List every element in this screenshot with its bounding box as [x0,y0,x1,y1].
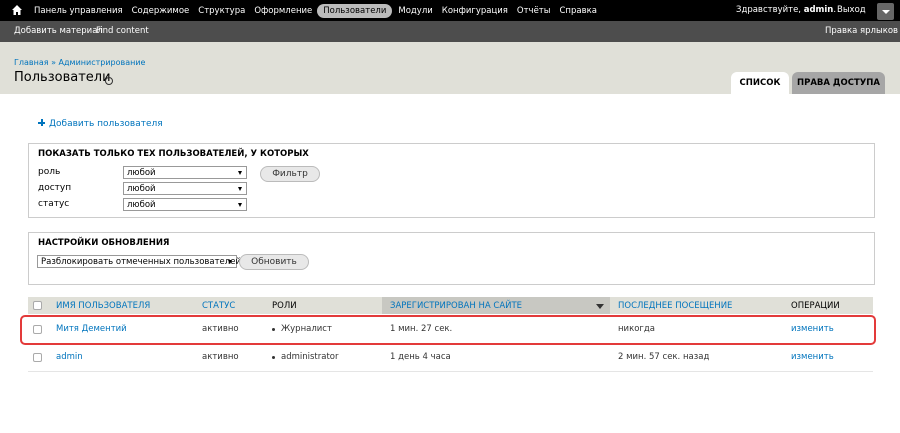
user-roles: administrator [272,343,339,371]
role-select[interactable]: любой [123,166,247,179]
header-roles: Роли [272,297,382,314]
menu-structure[interactable]: Структура [198,6,245,16]
header-registered-label: Зарегистрирован на сайте [390,300,523,311]
current-username[interactable]: admin [804,5,834,15]
update-button[interactable]: Обновить [239,254,309,270]
header-last-visit[interactable]: Последнее посещение [618,297,788,314]
table-header: Имя пользователя Статус Роли Зарегистрир… [28,297,873,314]
header-status-label: Статус [202,300,236,311]
status-select[interactable]: любой [123,198,247,211]
row-checkbox[interactable] [33,325,42,334]
menu-dashboard[interactable]: Панель управления [34,6,123,16]
table-row: Митя Дементий активно Журналист 1 мин. 2… [28,315,873,344]
user-registered: 1 мин. 27 сек. [390,324,453,334]
user-name-link[interactable]: admin [56,352,83,362]
menu-appearance[interactable]: Оформление [254,6,312,16]
menu-reports[interactable]: Отчёты [517,6,551,16]
greeting-suffix: . [833,5,837,15]
user-role: Журналист [281,324,332,334]
access-label: доступ [38,183,72,193]
shortcuts-toggle-icon[interactable] [877,3,894,20]
table-row: admin активно administrator 1 день 4 час… [28,343,873,372]
shortcut-find-content[interactable]: Find content [96,26,149,36]
edit-user-link[interactable]: изменить [791,324,834,334]
user-registered: 1 день 4 часа [390,352,451,362]
user-last-visit: 2 мин. 57 сек. назад [618,352,710,362]
status-label: статус [38,199,70,209]
add-user-link[interactable]: Добавить пользователя [38,119,163,129]
role-select-value: любой [127,167,156,178]
tab-permissions[interactable]: Права доступа [792,72,885,94]
filter-title: Показать только тех пользователей, у кот… [38,149,309,159]
greeting-prefix: Здравствуйте, [736,5,804,15]
user-role: administrator [281,352,339,362]
home-icon[interactable] [11,4,23,16]
shortcut-bar: Добавить материал Find content Правка яр… [0,21,900,42]
user-status: активно [202,324,239,334]
header-username-label: Имя пользователя [56,300,151,311]
filter-fieldset: Показать только тех пользователей, у кот… [28,143,875,218]
menu-help[interactable]: Справка [559,6,596,16]
update-action-value: Разблокировать отмеченных пользователей [41,256,241,267]
header-status[interactable]: Статус [202,297,264,314]
row-checkbox[interactable] [33,353,42,362]
access-select[interactable]: любой [123,182,247,195]
toolbar-menu: Панель управления Содержимое Структура О… [34,0,606,21]
header-registered[interactable]: Зарегистрирован на сайте [382,297,610,314]
user-name-link[interactable]: Митя Дементий [56,324,127,334]
user-last-visit: никогда [618,324,655,334]
tab-list[interactable]: Список [731,72,789,94]
shortcut-star-icon[interactable] [105,77,113,85]
menu-modules[interactable]: Модули [398,6,432,16]
menu-configuration[interactable]: Конфигурация [442,6,508,16]
user-status: активно [202,352,239,362]
page-title: Пользователи [14,70,111,85]
user-roles: Журналист [272,315,332,343]
chevron-down-icon [238,171,242,175]
header-operations: Операции [791,297,871,314]
filter-button[interactable]: Фильтр [260,166,320,182]
chevron-down-icon [238,203,242,207]
edit-user-link[interactable]: изменить [791,352,834,362]
sort-desc-icon [596,304,604,309]
add-user-label: Добавить пользователя [49,119,163,129]
menu-people[interactable]: Пользователи [317,3,393,18]
greeting: Здравствуйте, admin. [736,5,836,15]
role-label: роль [38,167,61,177]
header-operations-label: Операции [791,300,840,311]
shortcut-add-content[interactable]: Добавить материал [14,26,103,36]
access-select-value: любой [127,183,156,194]
bullet-icon [272,355,275,359]
header-roles-label: Роли [272,300,297,311]
edit-shortcuts-link[interactable]: Правка ярлыков [825,26,898,36]
logout-link[interactable]: Выход [837,5,866,15]
header-last-visit-label: Последнее посещение [618,300,733,311]
update-options-fieldset: Настройки обновления Разблокировать отме… [28,232,875,285]
header-username[interactable]: Имя пользователя [56,297,198,314]
bullet-icon [272,327,275,331]
update-action-select[interactable]: Разблокировать отмеченных пользователей [37,255,241,268]
status-select-value: любой [127,199,156,210]
chevron-down-icon [228,260,232,264]
plus-icon [38,119,45,126]
chevron-down-icon [238,187,242,191]
menu-content[interactable]: Содержимое [132,6,190,16]
breadcrumb[interactable]: Главная » Администрирование [14,58,145,67]
admin-toolbar: Панель управления Содержимое Структура О… [0,0,900,21]
select-all-checkbox[interactable] [33,301,42,310]
update-options-title: Настройки обновления [38,238,170,248]
